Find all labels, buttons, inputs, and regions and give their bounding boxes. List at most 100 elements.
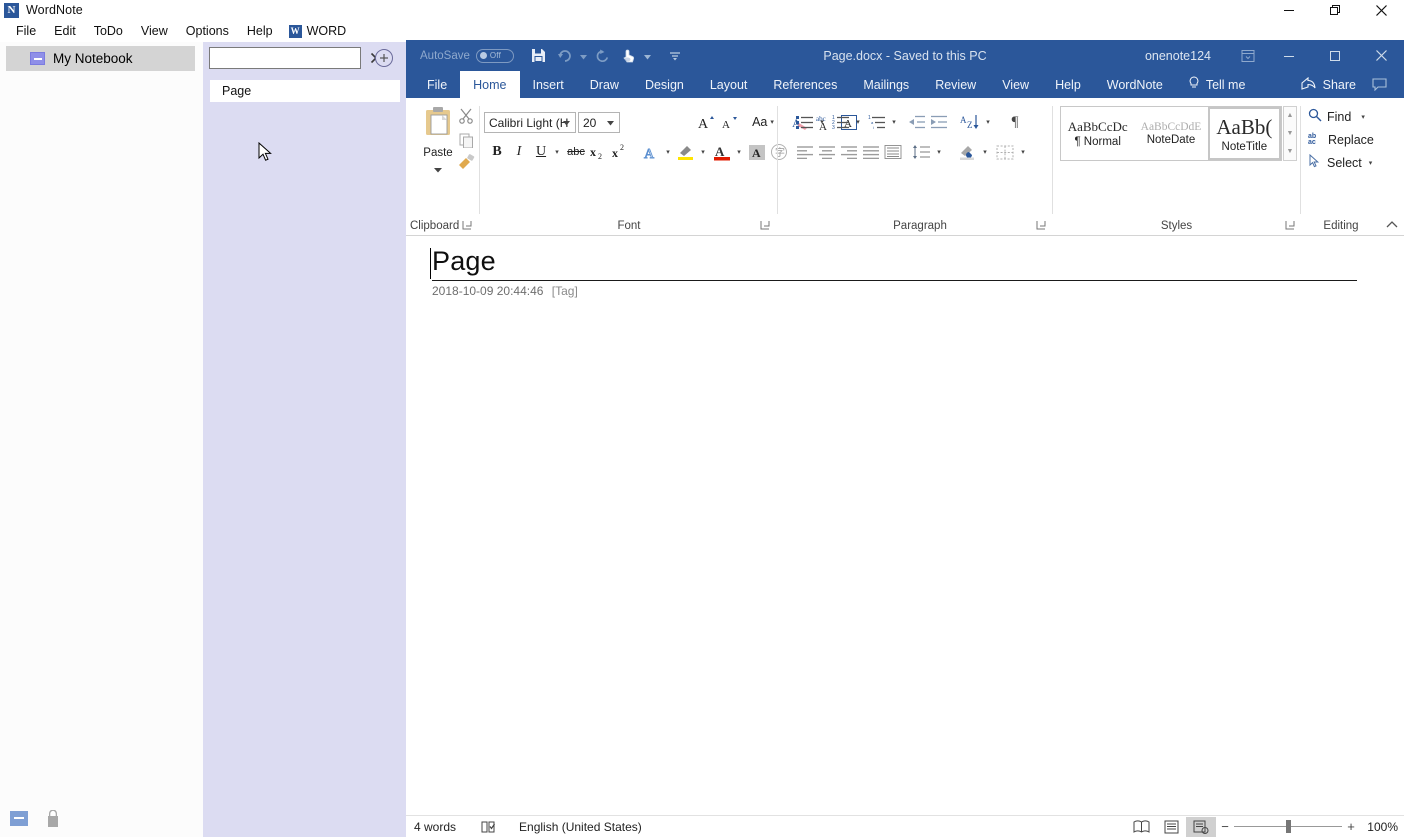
- tab-home[interactable]: Home: [460, 71, 519, 98]
- subscript-icon[interactable]: x2: [588, 141, 610, 163]
- zoom-in-button[interactable]: +: [1342, 819, 1360, 834]
- style-item-notetitle[interactable]: AaBb( NoteTitle: [1208, 107, 1281, 160]
- shading-icon[interactable]: [956, 141, 978, 163]
- share-button[interactable]: Share: [1301, 71, 1356, 98]
- menu-view[interactable]: View: [132, 23, 177, 39]
- proofing-icon[interactable]: [481, 820, 497, 834]
- read-mode-icon[interactable]: [1126, 817, 1156, 837]
- increase-indent-icon[interactable]: [928, 111, 950, 133]
- show-formatting-marks-icon[interactable]: ¶: [1004, 111, 1026, 133]
- italic-icon[interactable]: I: [509, 141, 529, 163]
- autosave-toggle[interactable]: AutoSave Off: [420, 49, 514, 63]
- decrease-indent-icon[interactable]: [906, 111, 928, 133]
- font-dialog-launcher-icon[interactable]: [760, 220, 772, 232]
- superscript-icon[interactable]: x2: [610, 141, 632, 163]
- document-canvas[interactable]: Page 2018-10-09 20:44:46 [Tag]: [406, 236, 1404, 816]
- touch-mode-icon[interactable]: [616, 43, 642, 69]
- borders-icon[interactable]: [994, 141, 1016, 163]
- distributed-icon[interactable]: [882, 141, 904, 163]
- tab-design[interactable]: Design: [632, 71, 697, 98]
- line-spacing-caret-icon[interactable]: ▾: [932, 141, 946, 163]
- bullets-icon[interactable]: [794, 111, 816, 133]
- shading-caret-icon[interactable]: ▾: [978, 141, 992, 163]
- notebook-add-icon[interactable]: [10, 811, 28, 826]
- touch-mode-caret-icon[interactable]: [642, 43, 654, 69]
- multilevel-caret-icon[interactable]: ▾: [887, 111, 901, 133]
- autosave-switch[interactable]: Off: [476, 49, 514, 63]
- notebook-item-my-notebook[interactable]: My Notebook: [6, 46, 195, 71]
- tab-layout[interactable]: Layout: [697, 71, 761, 98]
- menu-help[interactable]: Help: [238, 23, 282, 39]
- tab-help[interactable]: Help: [1042, 71, 1094, 98]
- numbering-caret-icon[interactable]: ▾: [851, 111, 865, 133]
- borders-caret-icon[interactable]: ▾: [1016, 141, 1030, 163]
- ribbon-display-options-icon[interactable]: [1232, 40, 1264, 71]
- page-search-box[interactable]: [209, 47, 361, 69]
- tell-me-box[interactable]: Tell me: [1176, 71, 1258, 98]
- text-highlight-caret-icon[interactable]: ▾: [696, 141, 710, 163]
- paste-dropdown-caret-icon[interactable]: [434, 160, 442, 178]
- minimize-icon[interactable]: [1266, 0, 1312, 20]
- word-count[interactable]: 4 words: [414, 820, 456, 834]
- web-layout-icon[interactable]: [1186, 817, 1216, 837]
- font-color-icon[interactable]: A: [710, 141, 734, 163]
- undo-icon[interactable]: [552, 43, 578, 69]
- align-center-icon[interactable]: [816, 141, 838, 163]
- text-effects-icon[interactable]: A: [640, 141, 662, 163]
- search-input[interactable]: [210, 49, 370, 67]
- tab-draw[interactable]: Draw: [577, 71, 632, 98]
- comment-icon[interactable]: [1362, 71, 1396, 98]
- find-button[interactable]: Find ▾: [1308, 108, 1365, 125]
- cut-icon[interactable]: [454, 104, 478, 128]
- maximize-icon[interactable]: [1312, 40, 1358, 71]
- undo-dropdown-caret-icon[interactable]: [578, 43, 590, 69]
- save-icon[interactable]: [526, 43, 552, 69]
- underline-dropdown-caret-icon[interactable]: ▾: [550, 141, 564, 163]
- menu-todo[interactable]: ToDo: [85, 23, 132, 39]
- page-list-item-page[interactable]: Page: [210, 80, 400, 102]
- replace-button[interactable]: abac Replace: [1308, 131, 1374, 148]
- justify-icon[interactable]: [860, 141, 882, 163]
- styles-gallery-scrollbar[interactable]: ▲ ▼ ▼: [1283, 106, 1297, 161]
- style-item-normal[interactable]: AaBbCcDc ¶ Normal: [1061, 107, 1134, 160]
- print-layout-icon[interactable]: [1156, 817, 1186, 837]
- styles-scroll-down-icon[interactable]: ▼: [1284, 125, 1296, 142]
- redo-icon[interactable]: [590, 43, 616, 69]
- change-case-icon[interactable]: Aa ▾: [748, 111, 778, 133]
- font-color-caret-icon[interactable]: ▾: [732, 141, 746, 163]
- styles-dialog-launcher-icon[interactable]: [1285, 220, 1297, 232]
- line-spacing-icon[interactable]: [911, 141, 933, 163]
- bullets-caret-icon[interactable]: ▾: [815, 111, 829, 133]
- style-item-notedate[interactable]: AaBbCcDdE NoteDate: [1134, 107, 1207, 160]
- styles-more-icon[interactable]: ▼: [1284, 143, 1296, 160]
- shrink-font-icon[interactable]: A: [719, 111, 741, 133]
- menu-file[interactable]: File: [7, 23, 45, 39]
- zoom-out-button[interactable]: −: [1216, 819, 1234, 834]
- strikethrough-icon[interactable]: abc: [564, 141, 588, 163]
- note-tag[interactable]: [Tag]: [552, 284, 578, 298]
- menu-edit[interactable]: Edit: [45, 23, 85, 39]
- align-right-icon[interactable]: [838, 141, 860, 163]
- copy-icon[interactable]: [454, 128, 478, 152]
- font-name-combo[interactable]: Calibri Light (H: [484, 112, 576, 133]
- chevron-down-icon[interactable]: [604, 113, 617, 134]
- tab-references[interactable]: References: [760, 71, 850, 98]
- zoom-slider[interactable]: [1234, 826, 1342, 827]
- numbering-icon[interactable]: 123: [830, 111, 852, 133]
- chevron-down-icon[interactable]: ▾: [770, 118, 774, 126]
- tab-file[interactable]: File: [414, 71, 460, 98]
- format-painter-icon[interactable]: [454, 150, 478, 174]
- sort-caret-icon[interactable]: ▾: [981, 111, 995, 133]
- note-title[interactable]: Page: [432, 246, 1357, 281]
- customize-qat-icon[interactable]: [662, 43, 688, 69]
- text-highlight-icon[interactable]: [674, 141, 698, 163]
- zoom-slider-thumb[interactable]: [1286, 820, 1291, 833]
- multilevel-list-icon[interactable]: 1ai: [866, 111, 888, 133]
- add-page-button[interactable]: [375, 49, 393, 67]
- sort-icon[interactable]: AZ: [958, 111, 982, 133]
- align-left-icon[interactable]: [794, 141, 816, 163]
- select-button[interactable]: Select ▾: [1308, 154, 1372, 171]
- paragraph-dialog-launcher-icon[interactable]: [1036, 220, 1048, 232]
- account-name[interactable]: onenote124: [1145, 40, 1211, 71]
- tab-wordnote[interactable]: WordNote: [1094, 71, 1176, 98]
